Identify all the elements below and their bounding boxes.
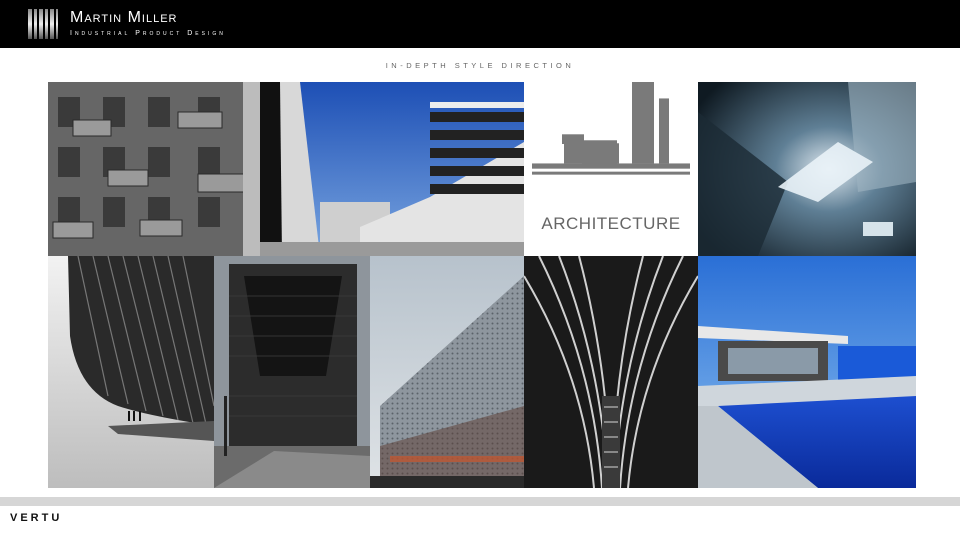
concrete-lightwell-photo (698, 82, 916, 256)
category-label: ARCHITECTURE (541, 214, 681, 233)
header-bar: Martin Miller Industrial Product Design (0, 0, 960, 48)
architecture-category-card: ARCHITECTURE (524, 82, 698, 256)
brand-subtitle: Industrial Product Design (70, 30, 226, 37)
city-skyline-icon (532, 82, 690, 175)
brand-name: Martin Miller (70, 9, 178, 26)
infinity-pool-villa-photo (698, 256, 916, 488)
curved-slatted-structure-photo (48, 256, 214, 488)
striped-bars-logo-icon (28, 9, 58, 39)
perforated-metal-facade-photo (370, 256, 524, 488)
balconies-facade-photo (48, 82, 260, 256)
dark-monolith-building-photo (214, 256, 370, 488)
escalator-perspective-photo (524, 256, 698, 488)
footer-brand: VERTU (10, 512, 63, 524)
footer-divider (0, 497, 960, 506)
white-building-blue-sky-photo (260, 82, 524, 256)
page-subtitle: IN-DEPTH STYLE DIRECTION (385, 61, 575, 70)
